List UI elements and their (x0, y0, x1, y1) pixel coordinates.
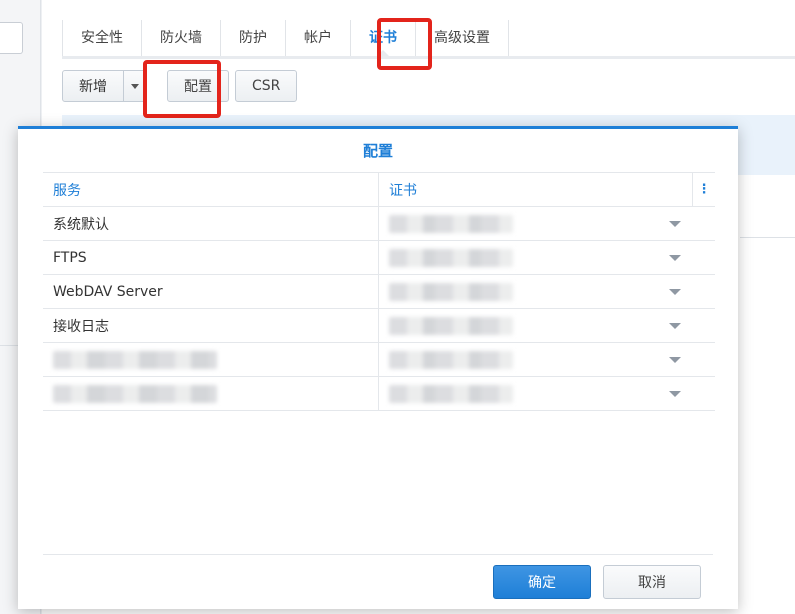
redacted-value (53, 350, 217, 369)
certificate-select[interactable] (379, 275, 693, 308)
redacted-value (53, 384, 217, 403)
divider (740, 237, 795, 238)
configure-dialog: 配置 服务 证书 ⋮ 系统默认 FTPS WebDAV Server 接收日志 … (18, 126, 738, 609)
redacted-value (389, 316, 513, 335)
certificate-select[interactable] (379, 309, 693, 342)
dropdown-arrow-icon (669, 356, 681, 363)
add-button[interactable]: 新增 (63, 71, 124, 101)
certificate-select[interactable] (379, 377, 693, 410)
service-name (43, 343, 379, 376)
redacted-value (389, 214, 513, 233)
tab-bar: 安全性 防火墙 防护 帐户 证书 高级设置 (62, 20, 509, 57)
service-name: 接收日志 (43, 309, 379, 342)
dropdown-arrow-icon (669, 220, 681, 227)
redacted-value (389, 384, 513, 403)
add-split-button: 新增 (62, 70, 147, 102)
column-header-service[interactable]: 服务 (43, 173, 379, 206)
more-vertical-icon: ⋮ (697, 182, 711, 197)
dialog-title: 配置 (362, 142, 393, 160)
csr-button[interactable]: CSR (235, 70, 298, 102)
background-search-field[interactable] (0, 22, 23, 54)
redacted-value (389, 248, 513, 267)
dropdown-arrow-icon (669, 254, 681, 261)
table-row[interactable]: FTPS (43, 241, 715, 275)
dropdown-arrow-icon (669, 390, 681, 397)
highlight-box (143, 60, 221, 118)
certificate-select[interactable] (379, 241, 693, 274)
tab-security[interactable]: 安全性 (62, 20, 142, 56)
ok-button[interactable]: 确定 (493, 565, 591, 599)
service-name: WebDAV Server (43, 275, 379, 308)
table-row[interactable] (43, 377, 715, 411)
certificate-select[interactable] (379, 207, 693, 240)
tab-protection[interactable]: 防护 (221, 20, 286, 56)
redacted-value (389, 282, 513, 301)
service-name (43, 377, 379, 410)
certificate-select[interactable] (379, 343, 693, 376)
service-name: FTPS (43, 241, 379, 274)
redacted-value (389, 350, 513, 369)
cancel-button[interactable]: 取消 (603, 565, 701, 599)
table-row[interactable] (43, 343, 715, 377)
table-row[interactable]: 系统默认 (43, 207, 715, 241)
table-row[interactable]: WebDAV Server (43, 275, 715, 309)
footer-divider (43, 554, 713, 555)
table-header: 服务 证书 ⋮ (43, 172, 715, 207)
highlight-box (377, 18, 432, 70)
chevron-down-icon (131, 83, 139, 89)
column-header-certificate[interactable]: 证书 (379, 173, 693, 206)
tab-account[interactable]: 帐户 (286, 20, 351, 56)
dropdown-arrow-icon (669, 322, 681, 329)
service-certificate-table: 服务 证书 ⋮ 系统默认 FTPS WebDAV Server 接收日志 (43, 172, 715, 411)
tab-firewall[interactable]: 防火墙 (142, 20, 221, 56)
table-row[interactable]: 接收日志 (43, 309, 715, 343)
dropdown-arrow-icon (669, 288, 681, 295)
column-menu-button[interactable]: ⋮ (693, 173, 715, 206)
service-name: 系统默认 (43, 207, 379, 240)
